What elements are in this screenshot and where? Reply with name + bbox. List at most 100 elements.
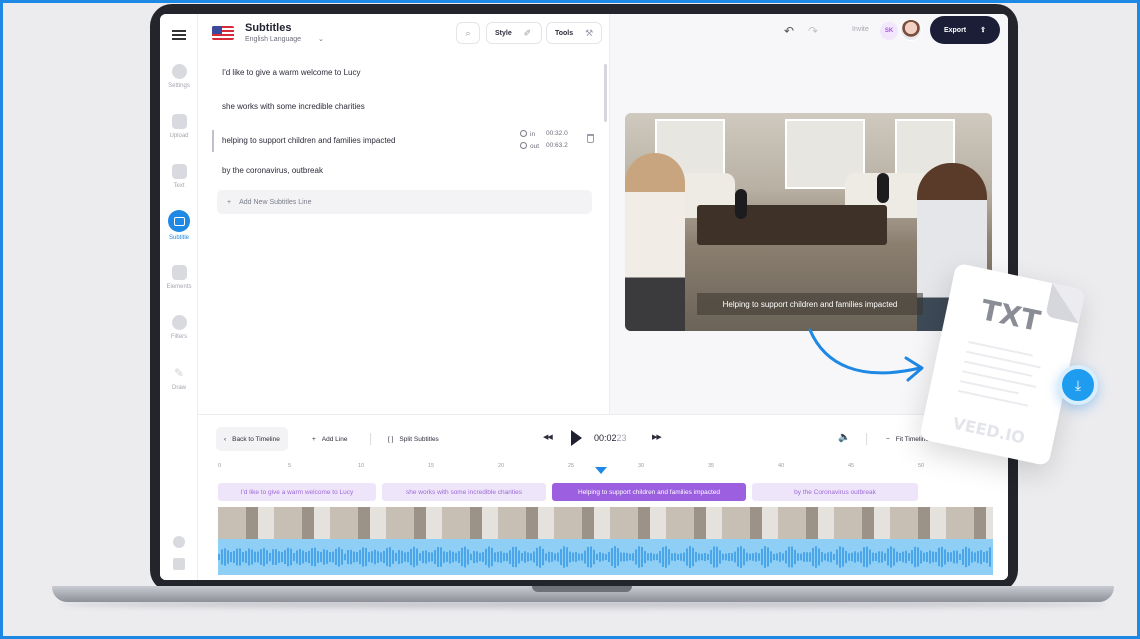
keyboard-icon[interactable] bbox=[173, 558, 185, 570]
wrench-icon: ⚒ bbox=[585, 27, 594, 38]
waveform-bar bbox=[548, 551, 550, 563]
sidebar: Settings Upload Text Subtitle Elements F… bbox=[160, 14, 198, 580]
waveform-bar bbox=[590, 546, 592, 568]
undo-icon[interactable]: ↶ bbox=[784, 24, 794, 38]
waveform-bar bbox=[608, 551, 610, 563]
waveform-bar bbox=[926, 552, 928, 562]
waveform-bar bbox=[965, 546, 967, 568]
waveform-bar bbox=[272, 549, 274, 565]
playhead[interactable] bbox=[595, 467, 607, 474]
download-icon[interactable]: ⤓ bbox=[1058, 365, 1098, 405]
waveform-bar bbox=[488, 546, 490, 568]
divider bbox=[370, 433, 371, 445]
tick-label: 25 bbox=[568, 463, 575, 469]
waveform-bar bbox=[338, 547, 340, 567]
waveform-bar bbox=[515, 546, 517, 568]
waveform-bar bbox=[503, 552, 505, 562]
back-to-timeline-button[interactable]: ‹ Back to Timeline bbox=[216, 427, 288, 451]
subtitle-clip-active[interactable]: Helping to support children and families… bbox=[552, 483, 746, 501]
waveform-bar bbox=[677, 553, 679, 561]
sidebar-item-elements[interactable]: Elements bbox=[160, 265, 198, 290]
subtitle-clip[interactable]: by the Coronavirus outbreak bbox=[752, 483, 918, 501]
volume-icon[interactable]: 🔈 bbox=[838, 432, 850, 443]
waveform-bar bbox=[893, 548, 895, 566]
waveform-bar bbox=[536, 547, 538, 567]
waveform-bar bbox=[932, 551, 934, 563]
video-track[interactable] bbox=[218, 507, 993, 539]
chevron-down-icon[interactable]: ⌄ bbox=[318, 35, 324, 43]
redo-icon[interactable]: ↷ bbox=[808, 24, 818, 38]
waveform-bar bbox=[401, 550, 403, 564]
avatar[interactable] bbox=[900, 19, 922, 41]
waveform-bar bbox=[782, 553, 784, 561]
audio-waveform[interactable] bbox=[218, 539, 993, 575]
waveform-bar bbox=[455, 552, 457, 562]
waveform-bar bbox=[905, 550, 907, 564]
style-button[interactable]: Style ✐ bbox=[486, 22, 542, 44]
waveform-bar bbox=[389, 547, 391, 567]
skip-forward-icon[interactable]: ▶▶ bbox=[652, 433, 662, 441]
search-button[interactable]: ⌕ bbox=[456, 22, 480, 44]
trash-icon[interactable] bbox=[587, 134, 594, 143]
minus-icon: − bbox=[886, 435, 890, 443]
sidebar-item-text[interactable]: Text bbox=[160, 164, 198, 189]
sidebar-item-filters[interactable]: Filters bbox=[160, 315, 198, 340]
waveform-bar bbox=[944, 549, 946, 565]
sidebar-item-subtitle[interactable]: Subtitle bbox=[160, 210, 198, 241]
time-out[interactable]: out 00:63.2 bbox=[520, 142, 568, 150]
add-subtitle-line-button[interactable]: + Add New Subtitles Line bbox=[217, 190, 592, 214]
subtitle-clip[interactable]: I'd like to give a warm welcome to Lucy bbox=[218, 483, 376, 501]
subtitle-line[interactable]: by the coronavirus, outbreak bbox=[222, 166, 323, 175]
waveform-bar bbox=[452, 551, 454, 563]
user-badge[interactable]: SK bbox=[880, 22, 898, 40]
split-subtitles-button[interactable]: [ ] Split Subtitles bbox=[380, 427, 447, 451]
waveform-bar bbox=[221, 549, 223, 565]
help-icon[interactable] bbox=[173, 536, 185, 548]
waveform-bar bbox=[800, 553, 802, 561]
waveform-bar bbox=[815, 546, 817, 568]
waveform-bar bbox=[752, 553, 754, 561]
waveform-bar bbox=[857, 552, 859, 562]
time-in[interactable]: in 00:32.0 bbox=[520, 130, 568, 138]
waveform-bar bbox=[554, 553, 556, 561]
upload-icon: ⇪ bbox=[980, 27, 987, 34]
waveform-bar bbox=[743, 548, 745, 566]
waveform-bar bbox=[449, 550, 451, 564]
subtitle-line[interactable]: she works with some incredible charities bbox=[222, 102, 365, 111]
waveform-bar bbox=[959, 553, 961, 561]
skip-back-icon[interactable]: ◀◀ bbox=[543, 433, 553, 441]
waveform-bar bbox=[725, 553, 727, 561]
sidebar-item-upload[interactable]: Upload bbox=[160, 114, 198, 139]
video-preview[interactable]: Helping to support children and families… bbox=[625, 113, 992, 331]
add-line-button[interactable]: + Add Line bbox=[304, 427, 355, 451]
export-button[interactable]: Export ⇪ bbox=[930, 16, 1000, 44]
tick-label: 35 bbox=[708, 463, 715, 469]
sidebar-item-draw[interactable]: ✎ Draw bbox=[160, 366, 198, 391]
waveform-bar bbox=[374, 549, 376, 565]
waveform-bar bbox=[566, 547, 568, 567]
subtitle-line[interactable]: I'd like to give a warm welcome to Lucy bbox=[222, 68, 360, 77]
play-icon[interactable] bbox=[571, 430, 582, 446]
subtitle-line-selected[interactable]: helping to support children and families… bbox=[222, 136, 395, 145]
waveform-bar bbox=[299, 548, 301, 566]
invite-button[interactable]: Invite bbox=[852, 26, 869, 33]
waveform-bar bbox=[422, 550, 424, 564]
waveform-bar bbox=[404, 552, 406, 562]
waveform-bar bbox=[377, 551, 379, 563]
subtitle-clip[interactable]: she works with some incredible charities bbox=[382, 483, 546, 501]
waveform-bar bbox=[227, 550, 229, 564]
waveform-bar bbox=[908, 553, 910, 561]
waveform-bar bbox=[737, 547, 739, 567]
language-select[interactable]: English Language bbox=[245, 36, 301, 43]
waveform-bar bbox=[557, 552, 559, 562]
waveform-bar bbox=[971, 551, 973, 563]
time-out-label: out bbox=[530, 143, 540, 150]
waveform-bar bbox=[884, 553, 886, 561]
tools-button[interactable]: Tools ⚒ bbox=[546, 22, 602, 44]
waveform-bar bbox=[683, 552, 685, 562]
scrollbar[interactable] bbox=[604, 64, 607, 122]
waveform-bar bbox=[398, 550, 400, 564]
waveform-bar bbox=[269, 552, 271, 562]
menu-icon[interactable] bbox=[172, 30, 186, 40]
sidebar-item-settings[interactable]: Settings bbox=[160, 64, 198, 89]
